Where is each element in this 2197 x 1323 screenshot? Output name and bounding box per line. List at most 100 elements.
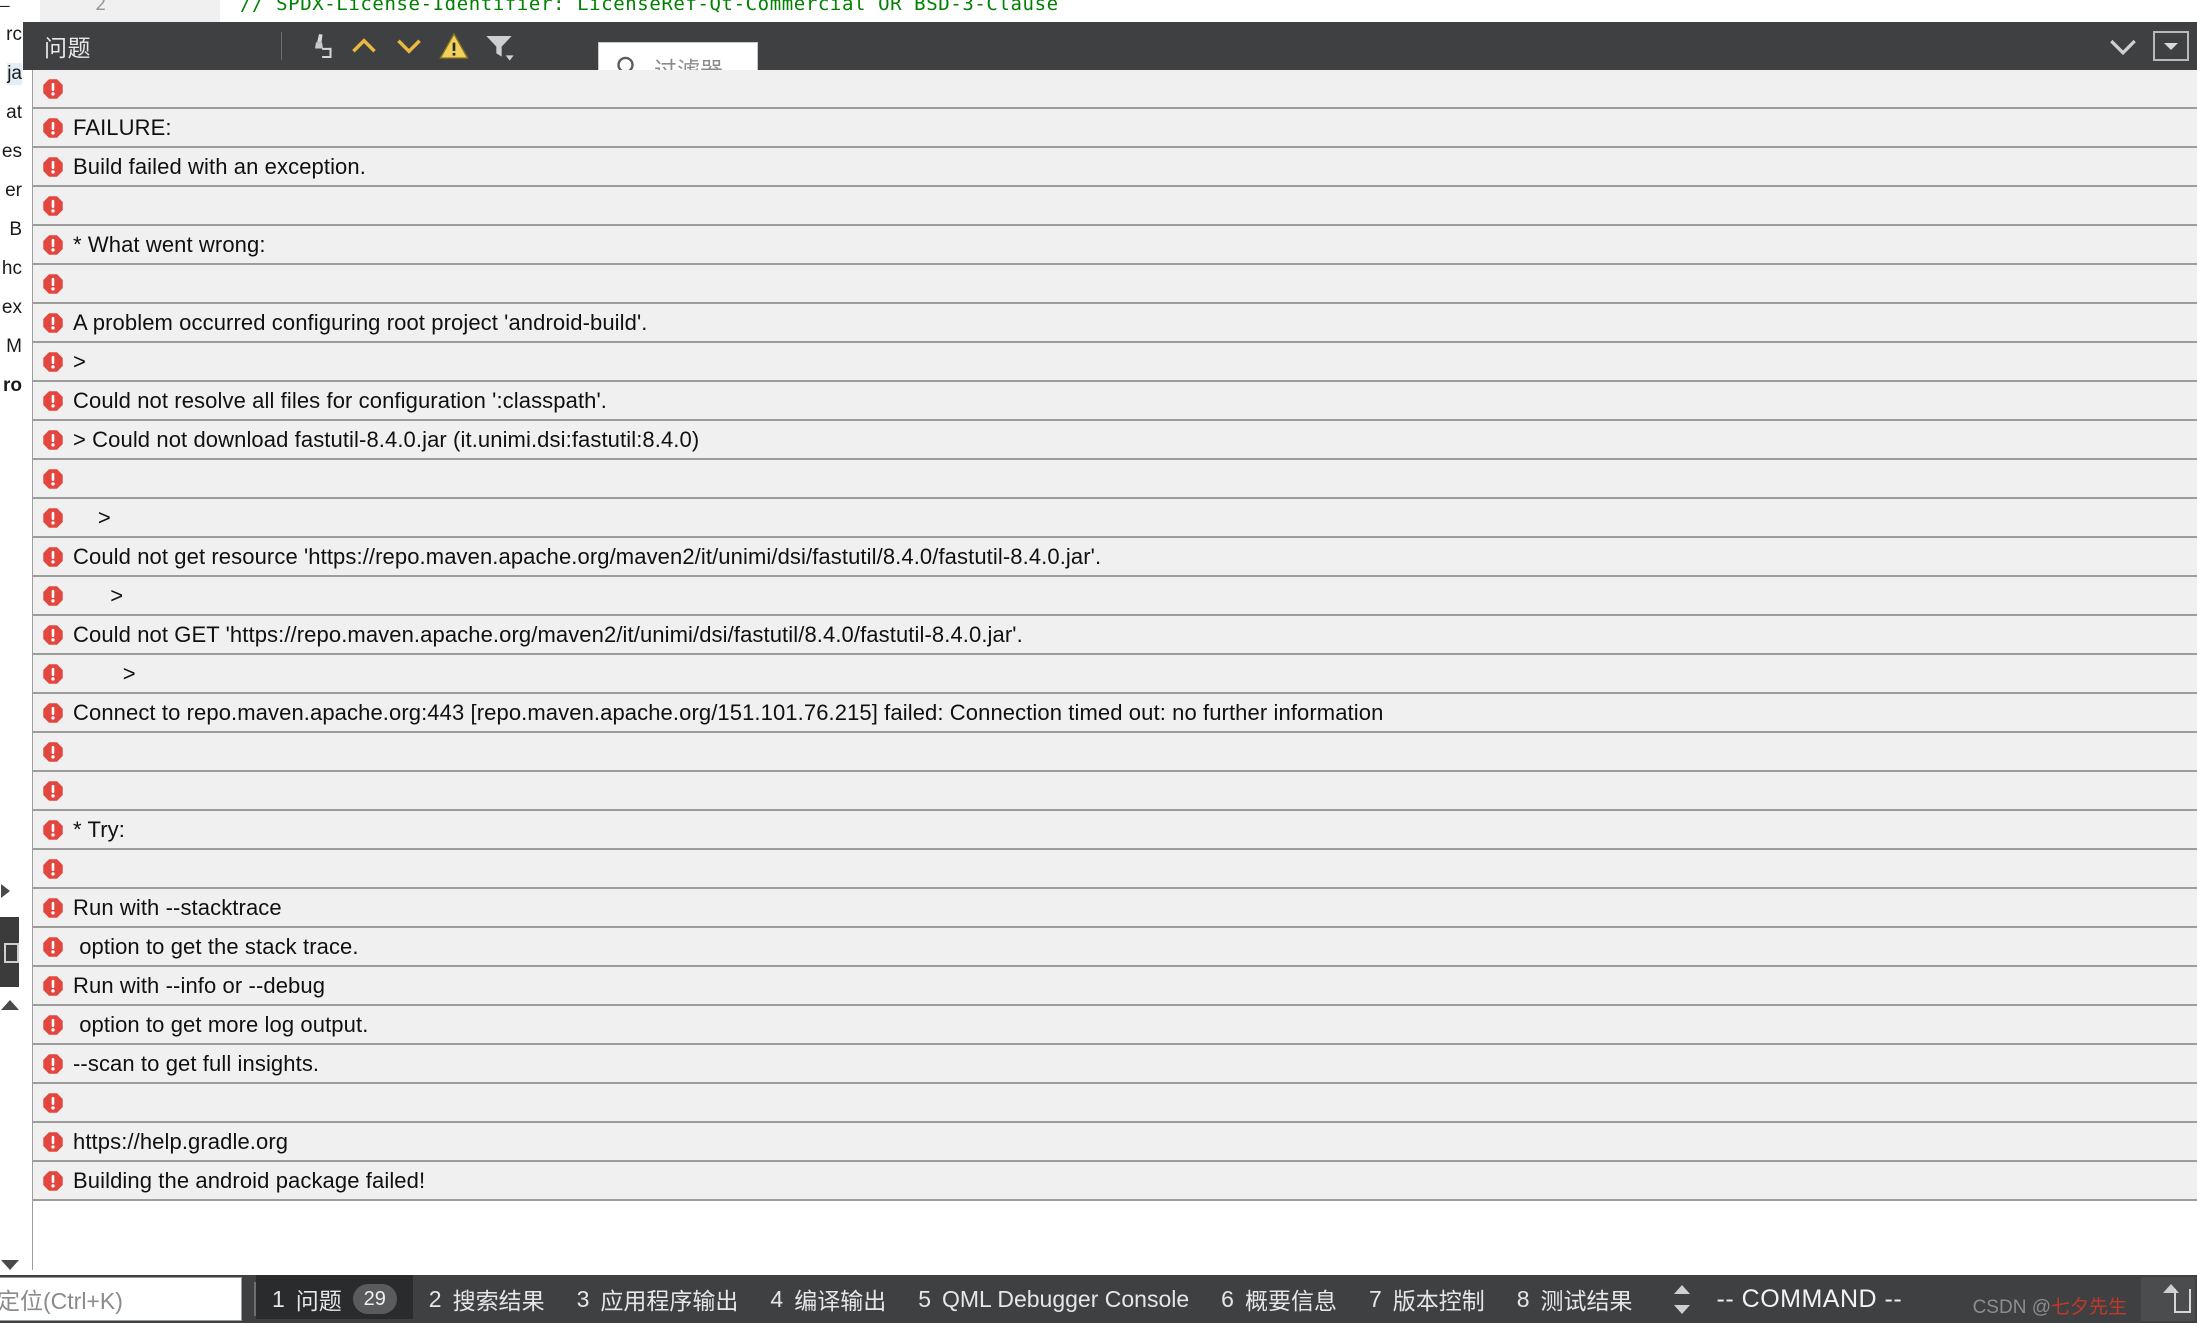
- issue-row[interactable]: [33, 850, 2197, 889]
- issue-row[interactable]: [33, 187, 2197, 226]
- issue-row[interactable]: [33, 772, 2197, 811]
- error-icon: [42, 468, 64, 490]
- expand-arrow-icon[interactable]: [1, 884, 10, 898]
- status-bar: 定位(Ctrl+K) 1问题292搜索结果3应用程序输出4编译输出5QML De…: [0, 1275, 2197, 1323]
- panel-menu-button[interactable]: [2153, 31, 2189, 61]
- output-pane-spinner[interactable]: [1667, 1277, 1697, 1321]
- tab-number: 6: [1221, 1286, 1234, 1313]
- error-icon: [42, 1014, 64, 1036]
- output-pane-tab-3[interactable]: 3应用程序输出: [561, 1275, 755, 1323]
- issue-row[interactable]: FAILURE:: [33, 109, 2197, 148]
- ghost-fragment: ex: [2, 297, 22, 319]
- error-icon: [42, 195, 64, 217]
- next-issue-button[interactable]: [386, 26, 431, 66]
- error-icon: [42, 429, 64, 451]
- issue-text: >: [73, 349, 86, 375]
- issue-text: Run with --info or --debug: [73, 973, 325, 999]
- issue-row[interactable]: option to get more log output.: [33, 1006, 2197, 1045]
- issue-row[interactable]: Connect to repo.maven.apache.org:443 [re…: [33, 694, 2197, 733]
- output-pane-tab-4[interactable]: 4编译输出: [754, 1275, 902, 1323]
- caret-up-icon: [1671, 1284, 1693, 1296]
- error-icon: [42, 1131, 64, 1153]
- issues-list: FAILURE:Build failed with an exception. *…: [33, 70, 2197, 1275]
- issue-row[interactable]: Could not GET 'https://repo.maven.apache…: [33, 616, 2197, 655]
- issue-row[interactable]: Run with --stacktrace: [33, 889, 2197, 928]
- output-pane-tab-6[interactable]: 6 概要信息: [1205, 1275, 1353, 1323]
- ghost-fragment: B: [9, 219, 22, 241]
- ghost-fragment: hc: [2, 258, 22, 280]
- status-bar-left-spacer: [0, 1270, 255, 1275]
- issue-row[interactable]: >: [33, 655, 2197, 694]
- editor-side-button[interactable]: [0, 917, 19, 987]
- error-icon: [42, 741, 64, 763]
- error-icon: [42, 468, 64, 490]
- toggle-warnings-button[interactable]: [431, 26, 476, 66]
- locator-input-wrapper[interactable]: 定位(Ctrl+K): [0, 1277, 242, 1321]
- clear-issues-button[interactable]: [296, 26, 341, 66]
- resize-grip-icon: [2174, 1289, 2191, 1313]
- editor-side-button-glyph: [4, 943, 19, 963]
- issue-row[interactable]: A problem occurred configuring root proj…: [33, 304, 2197, 343]
- error-icon: [42, 897, 64, 919]
- issue-row[interactable]: [33, 733, 2197, 772]
- error-icon: [42, 312, 64, 334]
- output-pane-tab-7[interactable]: 7版本控制: [1353, 1275, 1501, 1323]
- broom-icon: [304, 31, 334, 61]
- issue-row[interactable]: >: [33, 499, 2197, 538]
- issue-row[interactable]: option to get the stack trace.: [33, 928, 2197, 967]
- issue-row[interactable]: [33, 70, 2197, 109]
- ghost-fragment: ro: [3, 375, 22, 397]
- output-pane-tab-5[interactable]: 5QML Debugger Console: [902, 1275, 1205, 1323]
- issue-row[interactable]: --scan to get full insights.: [33, 1045, 2197, 1084]
- issue-row[interactable]: [33, 265, 2197, 304]
- issue-row[interactable]: >: [33, 343, 2197, 382]
- status-bar-corner-control[interactable]: [2141, 1277, 2195, 1321]
- chevron-down-icon: [393, 30, 425, 62]
- error-icon: [42, 702, 64, 724]
- issue-row[interactable]: Build failed with an exception.: [33, 148, 2197, 187]
- issue-row[interactable]: * What went wrong:: [33, 226, 2197, 265]
- tab-number: 1: [272, 1286, 285, 1313]
- output-pane-tab-2[interactable]: 2搜索结果: [413, 1275, 561, 1323]
- tab-label: 测试结果: [1541, 1282, 1633, 1316]
- issues-list-container[interactable]: FAILURE:Build failed with an exception. *…: [23, 70, 2197, 1275]
- ghost-fragment: ja: [7, 63, 22, 85]
- issue-text: >: [73, 583, 123, 609]
- output-pane-tab-1[interactable]: 1问题29: [256, 1275, 413, 1323]
- issue-row[interactable]: > Could not download fastutil-8.4.0.jar …: [33, 421, 2197, 460]
- output-pane-tab-8[interactable]: 8测试结果: [1501, 1275, 1649, 1323]
- ghost-fragment: es: [2, 141, 22, 163]
- issue-row[interactable]: Building the android package failed!: [33, 1162, 2197, 1201]
- locator-input[interactable]: 定位(Ctrl+K): [0, 1282, 123, 1316]
- error-icon: [42, 1014, 64, 1036]
- editor-left-marker: –: [0, 0, 10, 15]
- error-icon: [42, 429, 64, 451]
- issue-row[interactable]: https://help.gradle.org: [33, 1123, 2197, 1162]
- issue-row[interactable]: Could not get resource 'https://repo.mav…: [33, 538, 2197, 577]
- tab-label: 应用程序输出: [600, 1282, 738, 1316]
- issue-row[interactable]: [33, 1084, 2197, 1123]
- watermark-name: 七夕先生: [2051, 1297, 2127, 1318]
- editor-marker-strip[interactable]: [0, 882, 23, 1132]
- editor-code-line: // SPDX-License-Identifier: LicenseRef-Q…: [240, 0, 1059, 15]
- issue-row[interactable]: >: [33, 577, 2197, 616]
- issues-list-empty-area: [33, 1201, 2197, 1275]
- issue-row[interactable]: Could not resolve all files for configur…: [33, 382, 2197, 421]
- issue-row[interactable]: Run with --info or --debug: [33, 967, 2197, 1006]
- issue-row[interactable]: * Try:: [33, 811, 2197, 850]
- issue-row[interactable]: [33, 460, 2197, 499]
- issue-text: option to get the stack trace.: [73, 934, 359, 960]
- editor-code-sliver: – 2 // SPDX-License-Identifier: LicenseR…: [0, 0, 2197, 22]
- scroll-down-icon[interactable]: [1, 1260, 19, 1270]
- editor-gutter: [40, 0, 220, 22]
- scroll-up-icon[interactable]: [1, 1000, 19, 1010]
- tab-number: 4: [770, 1286, 783, 1313]
- error-icon: [42, 624, 64, 646]
- previous-issue-button[interactable]: [341, 26, 386, 66]
- collapse-panel-button[interactable]: [2093, 22, 2153, 70]
- tab-label: 版本控制: [1393, 1282, 1485, 1316]
- tab-label: 概要信息: [1245, 1282, 1337, 1316]
- error-icon: [42, 1053, 64, 1075]
- filter-categories-button[interactable]: [476, 26, 521, 66]
- error-icon: [42, 390, 64, 412]
